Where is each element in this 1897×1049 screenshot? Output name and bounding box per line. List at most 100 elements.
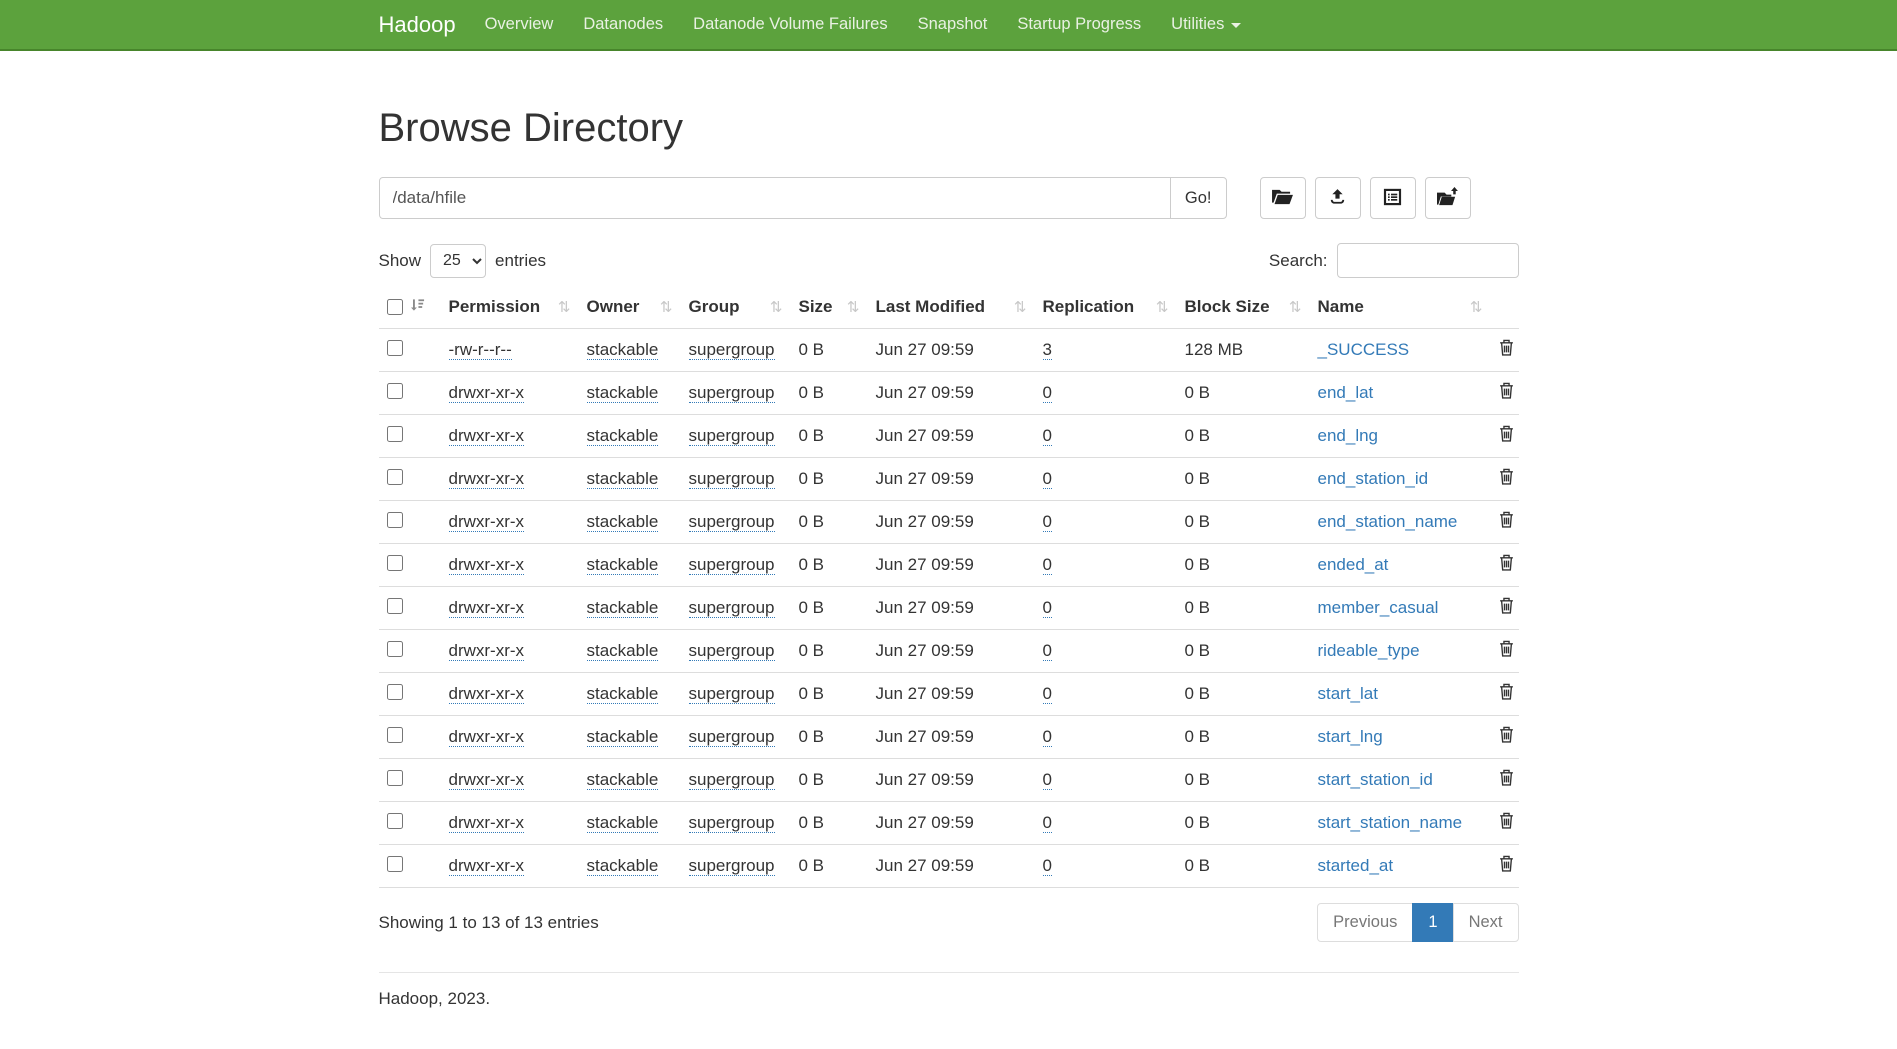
owner-cell[interactable]: stackable — [587, 641, 659, 661]
delete-button[interactable] — [1499, 425, 1514, 445]
select-all-checkbox[interactable] — [387, 299, 403, 315]
row-checkbox[interactable] — [387, 340, 403, 356]
delete-button[interactable] — [1499, 468, 1514, 488]
nav-item-snapshot[interactable]: Snapshot — [903, 0, 1003, 49]
group-cell[interactable]: supergroup — [689, 727, 775, 747]
row-checkbox[interactable] — [387, 813, 403, 829]
permission-cell[interactable]: drwxr-xr-x — [449, 555, 525, 575]
column-header-last-modified[interactable]: Last Modified ⇅ — [868, 287, 1035, 329]
group-cell[interactable]: supergroup — [689, 555, 775, 575]
file-name-link[interactable]: _SUCCESS — [1318, 340, 1410, 359]
file-name-link[interactable]: start_station_id — [1318, 770, 1433, 789]
nav-item-overview[interactable]: Overview — [470, 0, 569, 49]
replication-cell[interactable]: 3 — [1043, 340, 1052, 360]
list-view-button[interactable] — [1370, 177, 1416, 219]
row-checkbox[interactable] — [387, 383, 403, 399]
permission-cell[interactable]: drwxr-xr-x — [449, 512, 525, 532]
owner-cell[interactable]: stackable — [587, 813, 659, 833]
group-cell[interactable]: supergroup — [689, 426, 775, 446]
nav-item-utilities-dropdown[interactable]: Utilities — [1156, 0, 1256, 49]
permission-cell[interactable]: drwxr-xr-x — [449, 856, 525, 876]
row-checkbox[interactable] — [387, 555, 403, 571]
go-button[interactable]: Go! — [1170, 177, 1227, 219]
replication-cell[interactable]: 0 — [1043, 469, 1052, 489]
column-header-block-size[interactable]: Block Size ⇅ — [1177, 287, 1310, 329]
permission-cell[interactable]: drwxr-xr-x — [449, 684, 525, 704]
replication-cell[interactable]: 0 — [1043, 813, 1052, 833]
replication-cell[interactable]: 0 — [1043, 641, 1052, 661]
group-cell[interactable]: supergroup — [689, 770, 775, 790]
row-checkbox[interactable] — [387, 426, 403, 442]
delete-button[interactable] — [1499, 597, 1514, 617]
pagination-page-1-button[interactable]: 1 — [1412, 903, 1453, 942]
column-header-name[interactable]: Name ⇅ — [1310, 287, 1491, 329]
row-checkbox[interactable] — [387, 512, 403, 528]
group-cell[interactable]: supergroup — [689, 641, 775, 661]
directory-path-input[interactable] — [379, 177, 1171, 219]
file-name-link[interactable]: start_lng — [1318, 727, 1383, 746]
row-checkbox[interactable] — [387, 727, 403, 743]
file-name-link[interactable]: start_station_name — [1318, 813, 1463, 832]
permission-cell[interactable]: drwxr-xr-x — [449, 770, 525, 790]
replication-cell[interactable]: 0 — [1043, 856, 1052, 876]
owner-cell[interactable]: stackable — [587, 555, 659, 575]
replication-cell[interactable]: 0 — [1043, 512, 1052, 532]
group-cell[interactable]: supergroup — [689, 684, 775, 704]
replication-cell[interactable]: 0 — [1043, 684, 1052, 704]
owner-cell[interactable]: stackable — [587, 727, 659, 747]
group-cell[interactable]: supergroup — [689, 856, 775, 876]
nav-item-datanode-volume-failures[interactable]: Datanode Volume Failures — [678, 0, 902, 49]
permission-cell[interactable]: drwxr-xr-x — [449, 426, 525, 446]
nav-item-startup-progress[interactable]: Startup Progress — [1002, 0, 1156, 49]
file-name-link[interactable]: end_station_id — [1318, 469, 1429, 488]
row-checkbox[interactable] — [387, 856, 403, 872]
owner-cell[interactable]: stackable — [587, 469, 659, 489]
delete-button[interactable] — [1499, 382, 1514, 402]
file-name-link[interactable]: start_lat — [1318, 684, 1378, 703]
permission-cell[interactable]: drwxr-xr-x — [449, 469, 525, 489]
row-checkbox[interactable] — [387, 641, 403, 657]
column-header-size[interactable]: Size ⇅ — [791, 287, 868, 329]
group-cell[interactable]: supergroup — [689, 383, 775, 403]
file-name-link[interactable]: started_at — [1318, 856, 1394, 875]
group-cell[interactable]: supergroup — [689, 469, 775, 489]
delete-button[interactable] — [1499, 683, 1514, 703]
group-cell[interactable]: supergroup — [689, 598, 775, 618]
pagination-next-button[interactable]: Next — [1453, 903, 1519, 942]
permission-cell[interactable]: drwxr-xr-x — [449, 641, 525, 661]
owner-cell[interactable]: stackable — [587, 426, 659, 446]
row-checkbox[interactable] — [387, 770, 403, 786]
owner-cell[interactable]: stackable — [587, 770, 659, 790]
owner-cell[interactable]: stackable — [587, 383, 659, 403]
permission-cell[interactable]: drwxr-xr-x — [449, 813, 525, 833]
column-header-group[interactable]: Group ⇅ — [681, 287, 791, 329]
column-header-owner[interactable]: Owner ⇅ — [579, 287, 681, 329]
column-header-replication[interactable]: Replication ⇅ — [1035, 287, 1177, 329]
delete-button[interactable] — [1499, 769, 1514, 789]
file-name-link[interactable]: end_station_name — [1318, 512, 1458, 531]
delete-button[interactable] — [1499, 855, 1514, 875]
row-checkbox[interactable] — [387, 469, 403, 485]
file-name-link[interactable]: ended_at — [1318, 555, 1389, 574]
replication-cell[interactable]: 0 — [1043, 426, 1052, 446]
permission-cell[interactable]: drwxr-xr-x — [449, 727, 525, 747]
replication-cell[interactable]: 0 — [1043, 598, 1052, 618]
owner-cell[interactable]: stackable — [587, 856, 659, 876]
open-folder-button[interactable] — [1260, 177, 1306, 219]
group-cell[interactable]: supergroup — [689, 512, 775, 532]
move-paste-button[interactable] — [1425, 177, 1471, 219]
brand-hadoop[interactable]: Hadoop — [379, 0, 470, 49]
column-header-permission[interactable]: Permission ⇅ — [441, 287, 579, 329]
delete-button[interactable] — [1499, 554, 1514, 574]
delete-button[interactable] — [1499, 726, 1514, 746]
row-checkbox[interactable] — [387, 598, 403, 614]
nav-item-datanodes[interactable]: Datanodes — [568, 0, 678, 49]
delete-button[interactable] — [1499, 511, 1514, 531]
owner-cell[interactable]: stackable — [587, 598, 659, 618]
replication-cell[interactable]: 0 — [1043, 727, 1052, 747]
delete-button[interactable] — [1499, 640, 1514, 660]
group-cell[interactable]: supergroup — [689, 813, 775, 833]
delete-button[interactable] — [1499, 339, 1514, 359]
replication-cell[interactable]: 0 — [1043, 770, 1052, 790]
permission-cell[interactable]: drwxr-xr-x — [449, 598, 525, 618]
